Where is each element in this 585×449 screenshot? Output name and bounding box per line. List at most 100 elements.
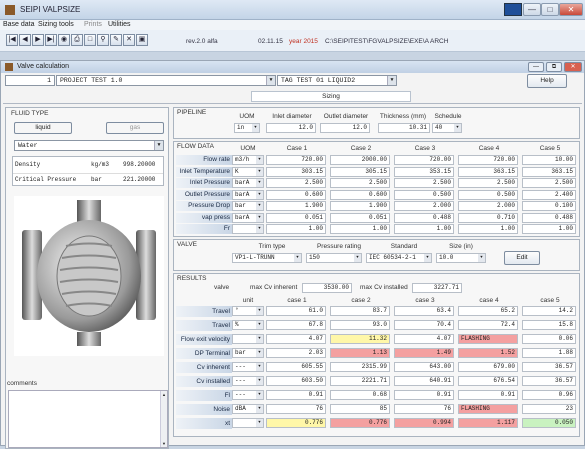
last-record-icon[interactable]: ▶| (45, 34, 57, 46)
flow-uom-select[interactable]: ▼ (232, 224, 264, 234)
flow-value-input[interactable]: 2.000 (458, 201, 518, 211)
results-uom-select[interactable]: --- ▼ (232, 362, 264, 372)
flow-value-input[interactable]: 2000.00 (330, 155, 390, 165)
flow-value-input[interactable]: 2.500 (394, 178, 454, 188)
maximize-icon[interactable]: □ (541, 3, 559, 16)
flow-value-input[interactable]: 303.15 (266, 166, 326, 177)
flow-uom-select[interactable]: barA ▼ (232, 189, 264, 200)
gas-option[interactable]: gas (106, 122, 164, 134)
flow-value-input[interactable]: 0.051 (266, 212, 326, 223)
flow-value-input[interactable]: 1.00 (330, 224, 390, 234)
tag-select[interactable]: TAG TEST 01 LIQUID2 ▼ (277, 75, 397, 86)
flow-value-input[interactable]: 0.488 (522, 212, 576, 223)
results-uom-select[interactable]: % ▼ (232, 320, 264, 330)
edit-icon[interactable]: ✎ (110, 34, 122, 46)
comments-scrollbar[interactable]: ▲ ▼ (160, 391, 167, 447)
menu-sizing-tools[interactable]: Sizing tools (38, 20, 74, 30)
first-record-icon[interactable]: |◀ (6, 34, 18, 46)
menu-base-data[interactable]: Base data (3, 20, 35, 30)
minimize-icon[interactable]: — (523, 3, 541, 16)
flow-value-input[interactable]: 720.00 (394, 155, 454, 165)
project-select[interactable]: PROJECT TEST 1.0 ▼ (56, 75, 276, 86)
results-uom-select[interactable]: --- ▼ (232, 376, 264, 386)
results-column-header: case 3 (415, 297, 435, 304)
flow-value-input[interactable]: 2.000 (394, 201, 454, 211)
print-icon[interactable]: ⎙ (71, 34, 83, 46)
comments-textarea[interactable]: ▲ ▼ (8, 390, 168, 448)
close-icon[interactable]: ✕ (559, 3, 583, 16)
toolbar: |◀ ◀ ▶ ▶| ◉ ⎙ □ ⚲ ✎ ✕ ▣ rev.2.0 alfa 02.… (0, 30, 585, 52)
prev-record-icon[interactable]: ◀ (19, 34, 31, 46)
inner-restore-icon[interactable]: ⧉ (546, 62, 562, 72)
flow-value-input[interactable]: 1.00 (522, 224, 576, 234)
inlet-diameter-input[interactable]: 12.0 (266, 123, 316, 133)
results-uom-select[interactable]: --- ▼ (232, 390, 264, 400)
flow-value-input[interactable]: 0.600 (330, 189, 390, 200)
flow-value-input[interactable]: 363.15 (458, 166, 518, 177)
flow-value-input[interactable]: 0.100 (522, 201, 576, 211)
chevron-down-icon: ▼ (256, 363, 263, 371)
flow-value-input[interactable]: 10.00 (522, 155, 576, 165)
find-icon[interactable]: ⚲ (97, 34, 109, 46)
fluid-select[interactable]: Water ▼ (14, 140, 164, 151)
flow-value-input[interactable]: 2.500 (458, 178, 518, 188)
flow-value-input[interactable]: 2.500 (266, 178, 326, 188)
flow-value-input[interactable]: 2.500 (522, 178, 576, 188)
liquid-option[interactable]: liquid (14, 122, 72, 134)
size-select[interactable]: 10.0 ▼ (436, 253, 486, 263)
delete-icon[interactable]: ✕ (123, 34, 135, 46)
flow-value-input[interactable]: 2.500 (330, 178, 390, 188)
scroll-up-icon[interactable]: ▲ (162, 392, 166, 397)
edit-button[interactable]: Edit (504, 251, 540, 265)
flow-uom-select[interactable]: bar ▼ (232, 201, 264, 211)
thickness-input[interactable]: 10.31 (378, 123, 430, 133)
pressure-rating-select[interactable]: 150 ▼ (306, 253, 362, 263)
flow-value-input[interactable]: 1.900 (330, 201, 390, 211)
flow-value-input[interactable]: 305.15 (330, 166, 390, 177)
flow-value-input[interactable]: 0.600 (266, 189, 326, 200)
scroll-down-icon[interactable]: ▼ (162, 441, 166, 446)
flow-value-input[interactable]: 2.400 (522, 189, 576, 200)
project-number-field[interactable]: 1 (5, 75, 55, 86)
binoculars-icon[interactable]: ◉ (58, 34, 70, 46)
flow-value-input[interactable]: 720.00 (458, 155, 518, 165)
flow-value-input[interactable]: 1.00 (266, 224, 326, 234)
flow-value-input[interactable]: 0.051 (330, 212, 390, 223)
results-uom-select[interactable]: ▼ (232, 334, 264, 344)
menu-utilities[interactable]: Utilities (108, 20, 131, 30)
inner-minimize-icon[interactable]: — (528, 62, 544, 72)
flow-uom-select[interactable]: barA ▼ (232, 178, 264, 188)
results-uom-select[interactable]: bar ▼ (232, 348, 264, 358)
results-value-cell: 11.32 (330, 334, 390, 344)
copy-icon[interactable]: □ (84, 34, 96, 46)
results-uom-select[interactable]: dBA ▼ (232, 404, 264, 414)
schedule-select[interactable]: 40 ▼ (432, 123, 462, 133)
flow-value-input[interactable]: 363.15 (522, 166, 576, 177)
flow-uom-select[interactable]: m3/h ▼ (232, 155, 264, 165)
flow-value-input[interactable]: 1.00 (458, 224, 518, 234)
flow-uom-select[interactable]: K ▼ (232, 166, 264, 177)
help-button[interactable]: Help (527, 74, 567, 88)
menu-prints[interactable]: Prints (84, 20, 102, 30)
flow-value-input[interactable]: 0.500 (458, 189, 518, 200)
flow-value-input[interactable]: 1.00 (394, 224, 454, 234)
pipeline-uom-select[interactable]: in ▼ (234, 123, 260, 133)
save-icon[interactable]: ▣ (136, 34, 148, 46)
results-uom-select[interactable]: ▼ (232, 418, 264, 428)
flow-value-input[interactable]: 0.710 (458, 212, 518, 223)
trim-type-select[interactable]: VP1-L-TRUNN ▼ (232, 253, 302, 263)
next-record-icon[interactable]: ▶ (32, 34, 44, 46)
flow-value-input[interactable]: 1.900 (266, 201, 326, 211)
chevron-down-icon: ▼ (256, 225, 263, 233)
flow-value-input[interactable]: 353.15 (394, 166, 454, 177)
outlet-diameter-input[interactable]: 12.0 (320, 123, 370, 133)
flow-value-input[interactable]: 720.00 (266, 155, 326, 165)
results-uom-select[interactable]: ° ▼ (232, 306, 264, 316)
flow-value-input[interactable]: 0.500 (394, 189, 454, 200)
standard-select[interactable]: IEC 60534-2-1 ▼ (366, 253, 432, 263)
flow-value-input[interactable]: 0.488 (394, 212, 454, 223)
tab-sizing[interactable]: Sizing (251, 91, 411, 102)
results-uom-select-value: --- (235, 363, 246, 370)
inner-close-icon[interactable]: ✕ (564, 62, 582, 72)
flow-uom-select[interactable]: barA ▼ (232, 212, 264, 223)
